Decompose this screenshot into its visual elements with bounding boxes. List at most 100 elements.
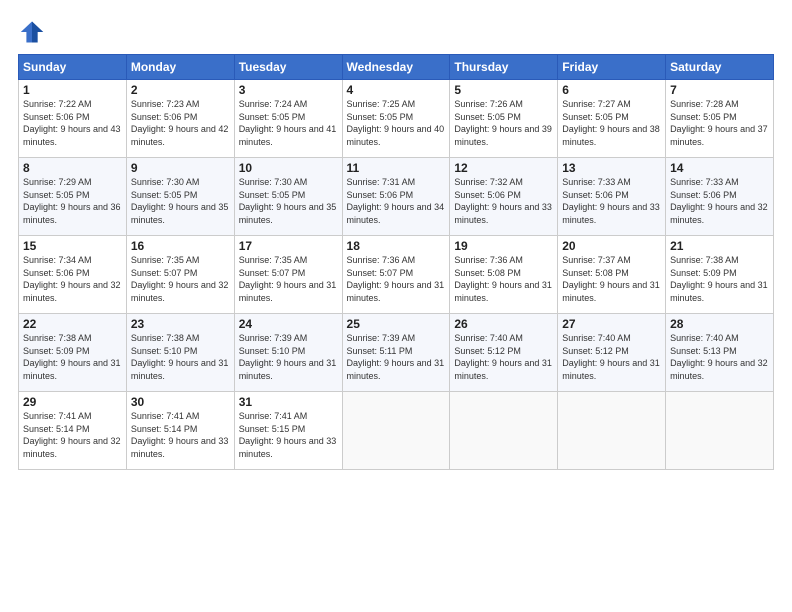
- day-number: 31: [239, 395, 338, 409]
- calendar-cell: 12 Sunrise: 7:32 AM Sunset: 5:06 PM Dayl…: [450, 158, 558, 236]
- day-info: Sunrise: 7:36 AM Sunset: 5:07 PM Dayligh…: [347, 254, 446, 304]
- calendar-cell: 22 Sunrise: 7:38 AM Sunset: 5:09 PM Dayl…: [19, 314, 127, 392]
- calendar-cell: 4 Sunrise: 7:25 AM Sunset: 5:05 PM Dayli…: [342, 80, 450, 158]
- page-header: [18, 18, 774, 46]
- day-info: Sunrise: 7:41 AM Sunset: 5:14 PM Dayligh…: [131, 410, 230, 460]
- calendar-cell: 17 Sunrise: 7:35 AM Sunset: 5:07 PM Dayl…: [234, 236, 342, 314]
- calendar-cell: 10 Sunrise: 7:30 AM Sunset: 5:05 PM Dayl…: [234, 158, 342, 236]
- day-header-friday: Friday: [558, 55, 666, 80]
- calendar-cell: 18 Sunrise: 7:36 AM Sunset: 5:07 PM Dayl…: [342, 236, 450, 314]
- day-number: 8: [23, 161, 122, 175]
- calendar-cell: 31 Sunrise: 7:41 AM Sunset: 5:15 PM Dayl…: [234, 392, 342, 470]
- calendar-cell: 20 Sunrise: 7:37 AM Sunset: 5:08 PM Dayl…: [558, 236, 666, 314]
- calendar-cell: [342, 392, 450, 470]
- day-info: Sunrise: 7:27 AM Sunset: 5:05 PM Dayligh…: [562, 98, 661, 148]
- day-number: 10: [239, 161, 338, 175]
- day-info: Sunrise: 7:29 AM Sunset: 5:05 PM Dayligh…: [23, 176, 122, 226]
- day-number: 24: [239, 317, 338, 331]
- day-number: 18: [347, 239, 446, 253]
- day-info: Sunrise: 7:26 AM Sunset: 5:05 PM Dayligh…: [454, 98, 553, 148]
- day-number: 20: [562, 239, 661, 253]
- day-info: Sunrise: 7:35 AM Sunset: 5:07 PM Dayligh…: [239, 254, 338, 304]
- day-info: Sunrise: 7:32 AM Sunset: 5:06 PM Dayligh…: [454, 176, 553, 226]
- calendar-cell: 9 Sunrise: 7:30 AM Sunset: 5:05 PM Dayli…: [126, 158, 234, 236]
- calendar-cell: 8 Sunrise: 7:29 AM Sunset: 5:05 PM Dayli…: [19, 158, 127, 236]
- calendar-week-1: 1 Sunrise: 7:22 AM Sunset: 5:06 PM Dayli…: [19, 80, 774, 158]
- calendar-cell: 21 Sunrise: 7:38 AM Sunset: 5:09 PM Dayl…: [666, 236, 774, 314]
- day-header-sunday: Sunday: [19, 55, 127, 80]
- day-number: 28: [670, 317, 769, 331]
- day-info: Sunrise: 7:40 AM Sunset: 5:12 PM Dayligh…: [454, 332, 553, 382]
- calendar-cell: 2 Sunrise: 7:23 AM Sunset: 5:06 PM Dayli…: [126, 80, 234, 158]
- day-info: Sunrise: 7:28 AM Sunset: 5:05 PM Dayligh…: [670, 98, 769, 148]
- calendar-cell: 1 Sunrise: 7:22 AM Sunset: 5:06 PM Dayli…: [19, 80, 127, 158]
- calendar-cell: 26 Sunrise: 7:40 AM Sunset: 5:12 PM Dayl…: [450, 314, 558, 392]
- day-number: 30: [131, 395, 230, 409]
- day-number: 11: [347, 161, 446, 175]
- day-info: Sunrise: 7:41 AM Sunset: 5:14 PM Dayligh…: [23, 410, 122, 460]
- calendar-cell: [450, 392, 558, 470]
- calendar-week-5: 29 Sunrise: 7:41 AM Sunset: 5:14 PM Dayl…: [19, 392, 774, 470]
- day-info: Sunrise: 7:41 AM Sunset: 5:15 PM Dayligh…: [239, 410, 338, 460]
- day-header-thursday: Thursday: [450, 55, 558, 80]
- day-number: 12: [454, 161, 553, 175]
- day-info: Sunrise: 7:31 AM Sunset: 5:06 PM Dayligh…: [347, 176, 446, 226]
- calendar-header: SundayMondayTuesdayWednesdayThursdayFrid…: [19, 55, 774, 80]
- day-number: 14: [670, 161, 769, 175]
- day-info: Sunrise: 7:34 AM Sunset: 5:06 PM Dayligh…: [23, 254, 122, 304]
- calendar-cell: 11 Sunrise: 7:31 AM Sunset: 5:06 PM Dayl…: [342, 158, 450, 236]
- calendar-week-3: 15 Sunrise: 7:34 AM Sunset: 5:06 PM Dayl…: [19, 236, 774, 314]
- calendar-cell: 27 Sunrise: 7:40 AM Sunset: 5:12 PM Dayl…: [558, 314, 666, 392]
- day-number: 7: [670, 83, 769, 97]
- day-info: Sunrise: 7:38 AM Sunset: 5:10 PM Dayligh…: [131, 332, 230, 382]
- calendar-week-4: 22 Sunrise: 7:38 AM Sunset: 5:09 PM Dayl…: [19, 314, 774, 392]
- day-number: 16: [131, 239, 230, 253]
- calendar-cell: 6 Sunrise: 7:27 AM Sunset: 5:05 PM Dayli…: [558, 80, 666, 158]
- day-info: Sunrise: 7:40 AM Sunset: 5:13 PM Dayligh…: [670, 332, 769, 382]
- calendar-cell: 16 Sunrise: 7:35 AM Sunset: 5:07 PM Dayl…: [126, 236, 234, 314]
- day-info: Sunrise: 7:40 AM Sunset: 5:12 PM Dayligh…: [562, 332, 661, 382]
- day-info: Sunrise: 7:25 AM Sunset: 5:05 PM Dayligh…: [347, 98, 446, 148]
- day-info: Sunrise: 7:35 AM Sunset: 5:07 PM Dayligh…: [131, 254, 230, 304]
- day-number: 9: [131, 161, 230, 175]
- day-number: 4: [347, 83, 446, 97]
- day-info: Sunrise: 7:39 AM Sunset: 5:11 PM Dayligh…: [347, 332, 446, 382]
- calendar-cell: 28 Sunrise: 7:40 AM Sunset: 5:13 PM Dayl…: [666, 314, 774, 392]
- day-number: 25: [347, 317, 446, 331]
- calendar-cell: 13 Sunrise: 7:33 AM Sunset: 5:06 PM Dayl…: [558, 158, 666, 236]
- calendar-cell: 3 Sunrise: 7:24 AM Sunset: 5:05 PM Dayli…: [234, 80, 342, 158]
- calendar-cell: [558, 392, 666, 470]
- day-number: 13: [562, 161, 661, 175]
- calendar-cell: 5 Sunrise: 7:26 AM Sunset: 5:05 PM Dayli…: [450, 80, 558, 158]
- day-info: Sunrise: 7:24 AM Sunset: 5:05 PM Dayligh…: [239, 98, 338, 148]
- day-info: Sunrise: 7:23 AM Sunset: 5:06 PM Dayligh…: [131, 98, 230, 148]
- day-header-monday: Monday: [126, 55, 234, 80]
- calendar-cell: 7 Sunrise: 7:28 AM Sunset: 5:05 PM Dayli…: [666, 80, 774, 158]
- day-number: 26: [454, 317, 553, 331]
- day-header-wednesday: Wednesday: [342, 55, 450, 80]
- day-number: 3: [239, 83, 338, 97]
- day-number: 5: [454, 83, 553, 97]
- day-number: 2: [131, 83, 230, 97]
- logo-icon: [18, 18, 46, 46]
- calendar-cell: 19 Sunrise: 7:36 AM Sunset: 5:08 PM Dayl…: [450, 236, 558, 314]
- day-header-saturday: Saturday: [666, 55, 774, 80]
- day-number: 1: [23, 83, 122, 97]
- day-number: 19: [454, 239, 553, 253]
- day-info: Sunrise: 7:39 AM Sunset: 5:10 PM Dayligh…: [239, 332, 338, 382]
- calendar-cell: 30 Sunrise: 7:41 AM Sunset: 5:14 PM Dayl…: [126, 392, 234, 470]
- day-info: Sunrise: 7:38 AM Sunset: 5:09 PM Dayligh…: [23, 332, 122, 382]
- calendar-cell: 14 Sunrise: 7:33 AM Sunset: 5:06 PM Dayl…: [666, 158, 774, 236]
- day-number: 21: [670, 239, 769, 253]
- calendar-cell: 29 Sunrise: 7:41 AM Sunset: 5:14 PM Dayl…: [19, 392, 127, 470]
- day-info: Sunrise: 7:33 AM Sunset: 5:06 PM Dayligh…: [562, 176, 661, 226]
- day-info: Sunrise: 7:22 AM Sunset: 5:06 PM Dayligh…: [23, 98, 122, 148]
- day-number: 27: [562, 317, 661, 331]
- day-number: 23: [131, 317, 230, 331]
- day-info: Sunrise: 7:37 AM Sunset: 5:08 PM Dayligh…: [562, 254, 661, 304]
- day-info: Sunrise: 7:33 AM Sunset: 5:06 PM Dayligh…: [670, 176, 769, 226]
- calendar-cell: 24 Sunrise: 7:39 AM Sunset: 5:10 PM Dayl…: [234, 314, 342, 392]
- day-info: Sunrise: 7:38 AM Sunset: 5:09 PM Dayligh…: [670, 254, 769, 304]
- day-number: 15: [23, 239, 122, 253]
- logo: [18, 18, 50, 46]
